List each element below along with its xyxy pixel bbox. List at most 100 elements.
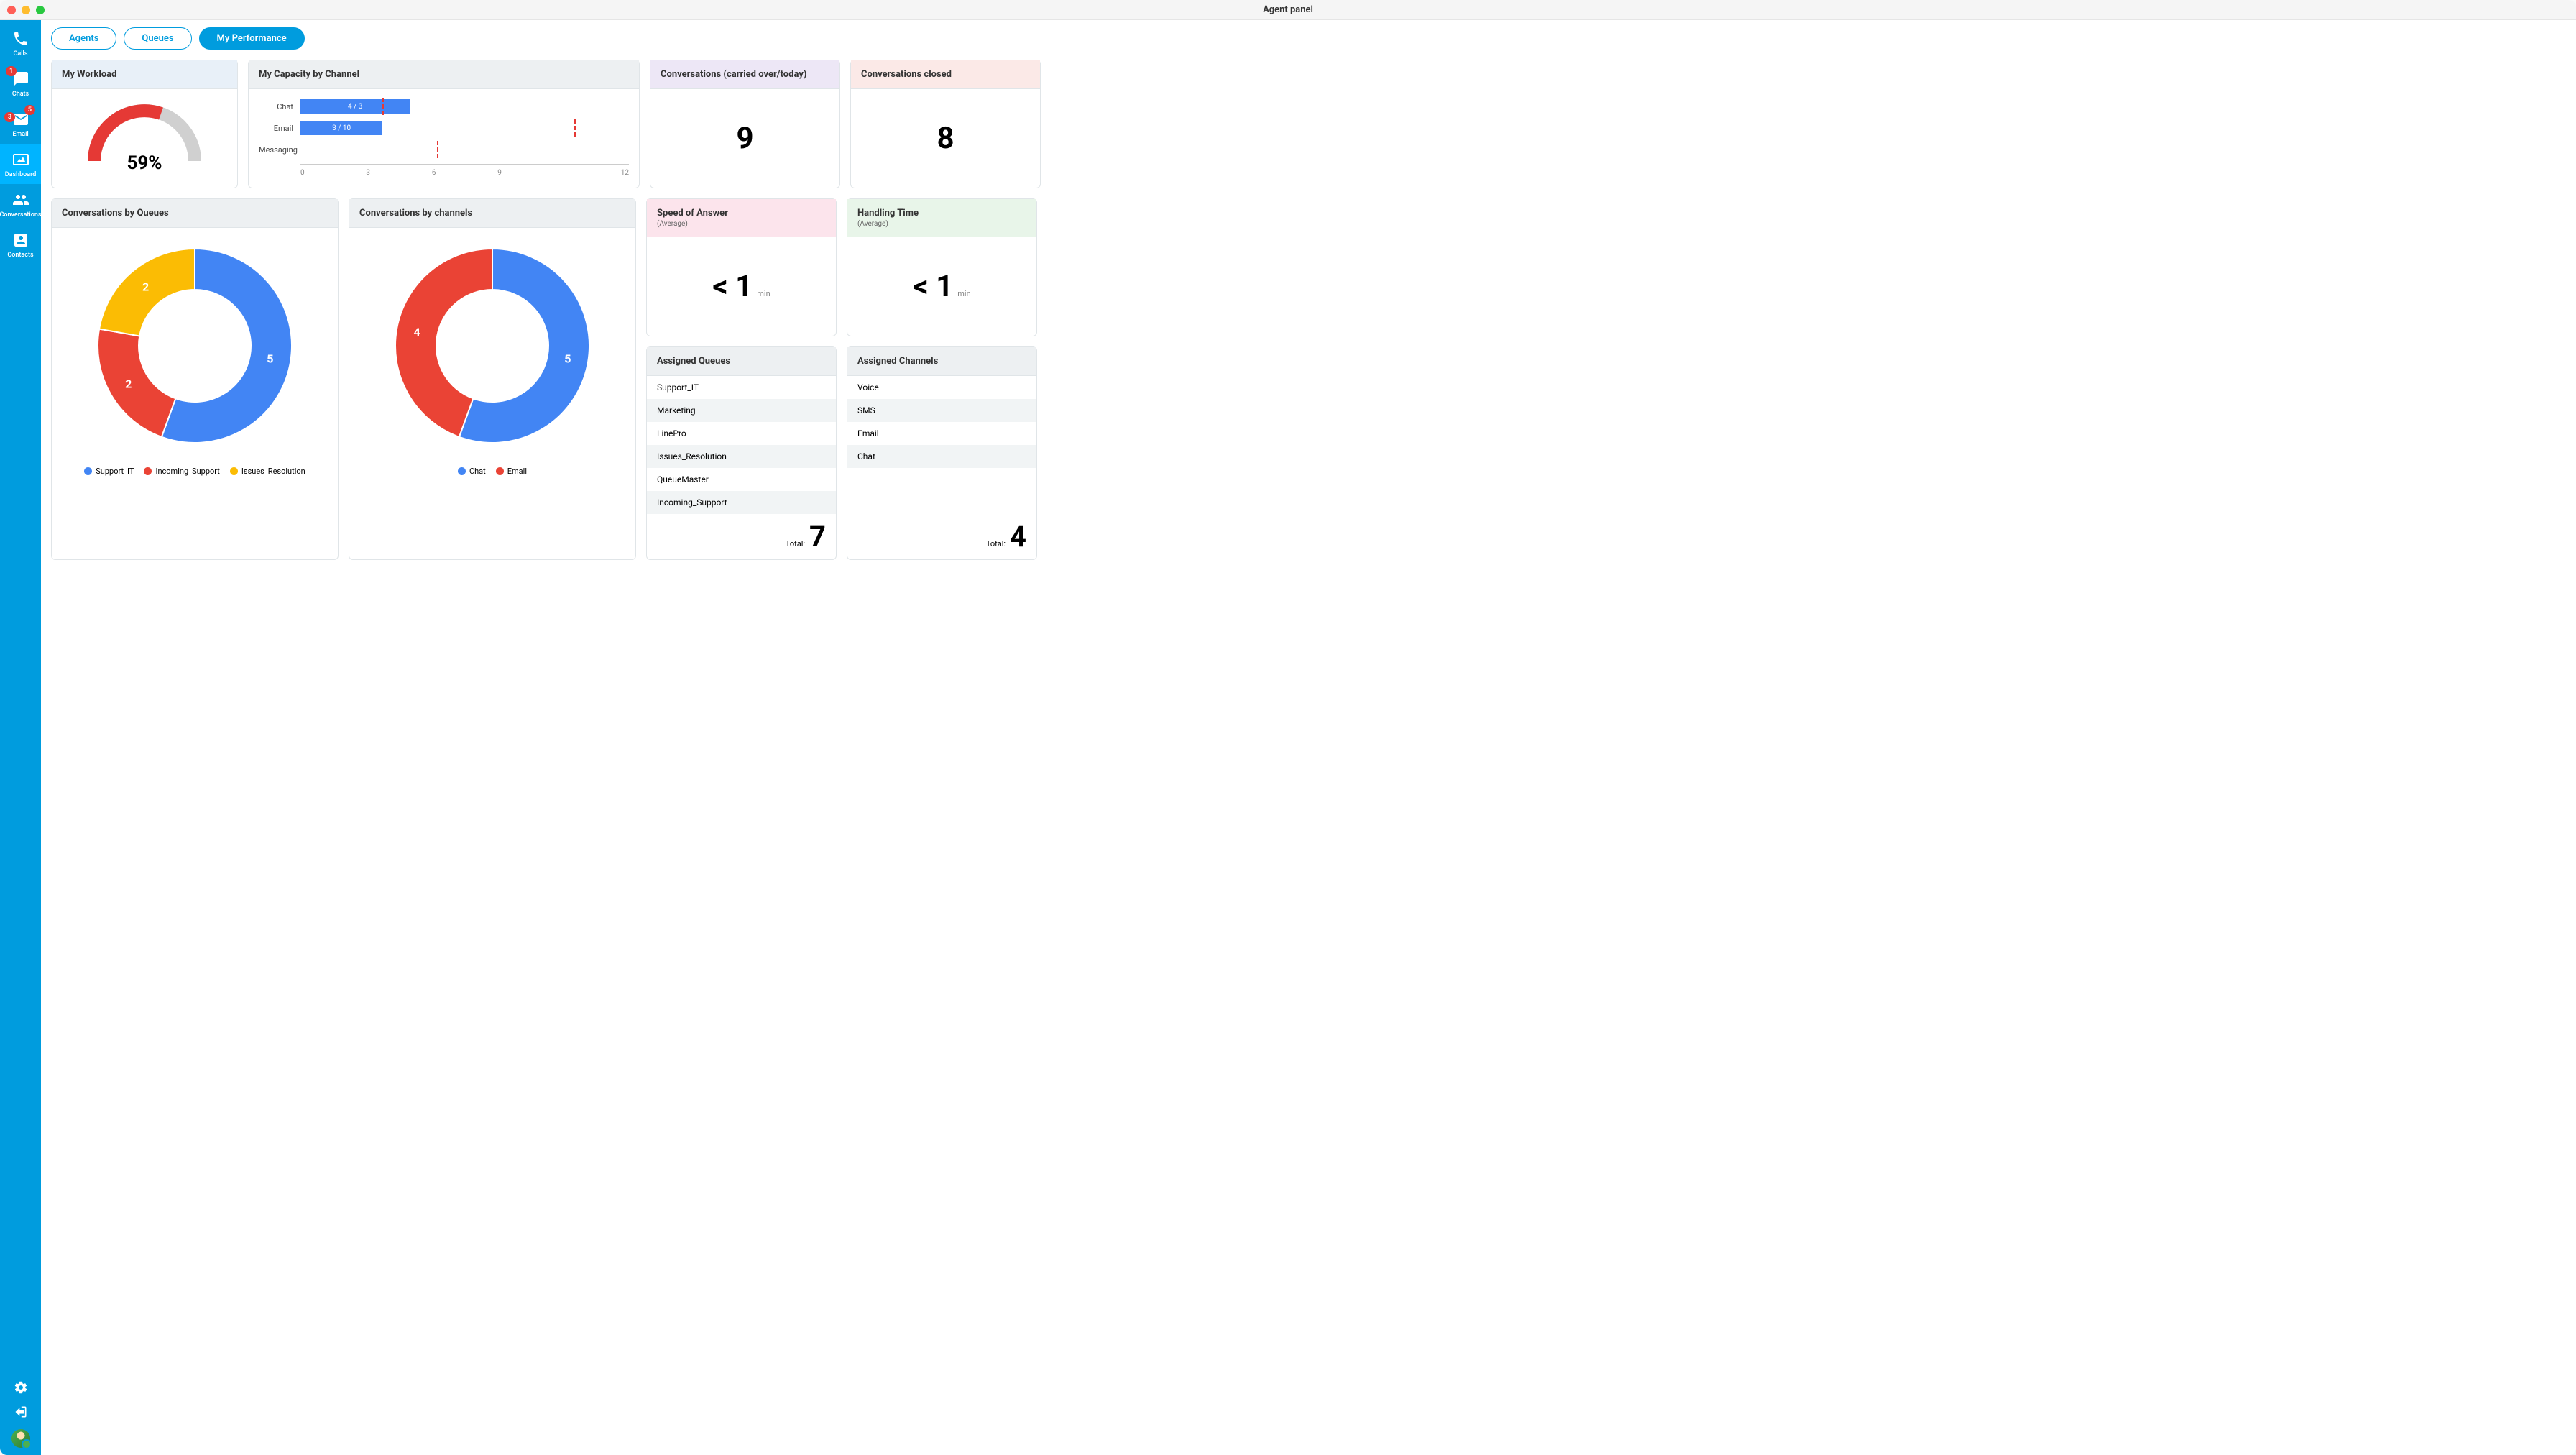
legend-swatch [496,467,504,475]
sidebar-item-contacts[interactable]: Contacts [0,224,41,265]
total-value: 4 [1010,520,1026,554]
legend-item: Incoming_Support [144,467,219,476]
card-title: My Capacity by Channel [249,60,639,89]
card-subtitle: (Average) [857,220,1026,228]
minimize-window-icon[interactable] [22,6,30,14]
tab-my-performance[interactable]: My Performance [199,27,305,50]
sidebar-item-label: Email [12,131,28,138]
card-convo-channels: Conversations by channels 54 ChatEmail [349,198,636,560]
capacity-track: 4 / 3 [300,99,629,114]
capacity-bar: 3 / 10 [300,121,382,135]
card-title: Conversations (carried over/today) [650,60,840,89]
donut-value: 2 [142,280,149,293]
card-title: Conversations closed [851,60,1040,89]
card-title: Speed of Answer [657,208,826,219]
titlebar: Agent panel [0,0,2576,20]
donut-slice [98,329,175,437]
bottom-row: Conversations by Queues 5 2 2 Support_IT In… [51,198,2566,560]
tab-queues[interactable]: Queues [124,27,191,50]
sidebar: Calls 1 Chats 5 3 Email Dashboard Conver… [0,20,41,1455]
sidebar-item-email[interactable]: 5 3 Email [0,104,41,144]
maximize-window-icon[interactable] [36,6,45,14]
carried-value: 9 [661,99,829,178]
list-item[interactable]: SMS [847,399,1036,422]
legend-swatch [458,467,466,475]
card-title: Conversations by channels [349,199,635,228]
card-title: Handling Time [857,208,1026,219]
sidebar-item-calls[interactable]: Calls [0,23,41,63]
card-title: Conversations by Queues [52,199,338,228]
card-workload: My Workload 59% [51,60,238,188]
sidebar-item-dashboard[interactable]: Dashboard [0,144,41,184]
badge-chats: 1 [6,66,17,76]
main-content: Agents Queues My Performance My Workload [41,20,2576,1455]
badge-email-left: 3 [4,112,15,122]
sidebar-item-conversations[interactable]: Conversations [0,184,41,224]
card-header: Speed of Answer (Average) [647,199,836,237]
donut-value: 4 [414,326,420,339]
list-item[interactable]: Voice [847,376,1036,399]
card-speed: Speed of Answer (Average) < 1min [646,198,837,336]
card-title: My Workload [52,60,237,89]
sidebar-item-label: Dashboard [5,171,37,178]
list-item[interactable]: QueueMaster [647,468,836,491]
donut-value: 5 [564,352,571,365]
avatar[interactable] [12,1429,30,1448]
card-convo-queues: Conversations by Queues 5 2 2 Support_IT In… [51,198,339,560]
total-value: 7 [809,520,826,554]
list-item[interactable]: Issues_Resolution [647,445,836,468]
gauge-value: 59% [80,152,209,174]
window-controls [7,6,45,14]
list-item[interactable]: Support_IT [647,376,836,399]
list-item[interactable]: Chat [847,445,1036,468]
capacity-label: Messaging [259,145,300,155]
tab-agents[interactable]: Agents [51,27,116,50]
gear-icon[interactable] [14,1380,28,1395]
capacity-marker [437,141,438,158]
list-item[interactable]: Marketing [647,399,836,422]
donut-queues-chart: 5 2 2 [87,238,303,454]
capacity-axis: 036912 [300,164,629,177]
card-title: Assigned Channels [847,347,1036,376]
app-body: Calls 1 Chats 5 3 Email Dashboard Conver… [0,20,2576,1455]
legend-channels: Chat Email [458,467,527,476]
card-assigned-channels: Assigned Channels VoiceSMSEmailChat Tota… [847,346,1037,560]
assigned-queues-list[interactable]: Support_ITMarketingLineProIssues_Resolut… [647,376,836,514]
total-row: Total: 7 [647,514,836,559]
card-capacity: My Capacity by Channel Chat4 / 3Email3 /… [248,60,640,188]
legend-item: Support_IT [84,467,134,476]
exit-icon[interactable] [14,1405,28,1419]
capacity-chart: Chat4 / 3Email3 / 10Messaging036912 [249,89,639,188]
sidebar-item-label: Calls [14,50,28,58]
gauge-chart: 59% [80,96,209,168]
list-item[interactable]: Incoming_Support [647,491,836,514]
capacity-bar: 4 / 3 [300,99,410,114]
card-handling: Handling Time (Average) < 1min [847,198,1037,336]
donut-value: 5 [267,352,273,365]
legend-swatch [230,467,238,475]
legend-label: Chat [469,467,486,476]
closed-value: 8 [861,99,1030,178]
dashboard-icon [12,151,29,168]
sidebar-item-chats[interactable]: 1 Chats [0,63,41,104]
donut-channels-chart: 54 [385,238,600,454]
list-item[interactable]: LinePro [647,422,836,445]
card-closed: Conversations closed 8 [850,60,1041,188]
app-window: Agent panel Calls 1 Chats 5 3 Email Dash… [0,0,2576,1455]
list-item[interactable]: Email [847,422,1036,445]
legend-item: Email [496,467,527,476]
contacts-icon [12,231,29,249]
col-handling-channels: Handling Time (Average) < 1min Assigned … [847,198,1037,560]
close-window-icon[interactable] [7,6,16,14]
legend-label: Support_IT [96,467,134,476]
capacity-row: Email3 / 10 [259,121,629,135]
capacity-row: Messaging [259,142,629,157]
card-carried: Conversations (carried over/today) 9 [650,60,840,188]
phone-icon [12,30,29,47]
capacity-marker [382,98,384,115]
card-assigned-queues: Assigned Queues Support_ITMarketingLineP… [646,346,837,560]
legend-item: Issues_Resolution [230,467,305,476]
capacity-track: 3 / 10 [300,121,629,135]
donut-value: 2 [125,377,132,390]
legend-swatch [144,467,152,475]
